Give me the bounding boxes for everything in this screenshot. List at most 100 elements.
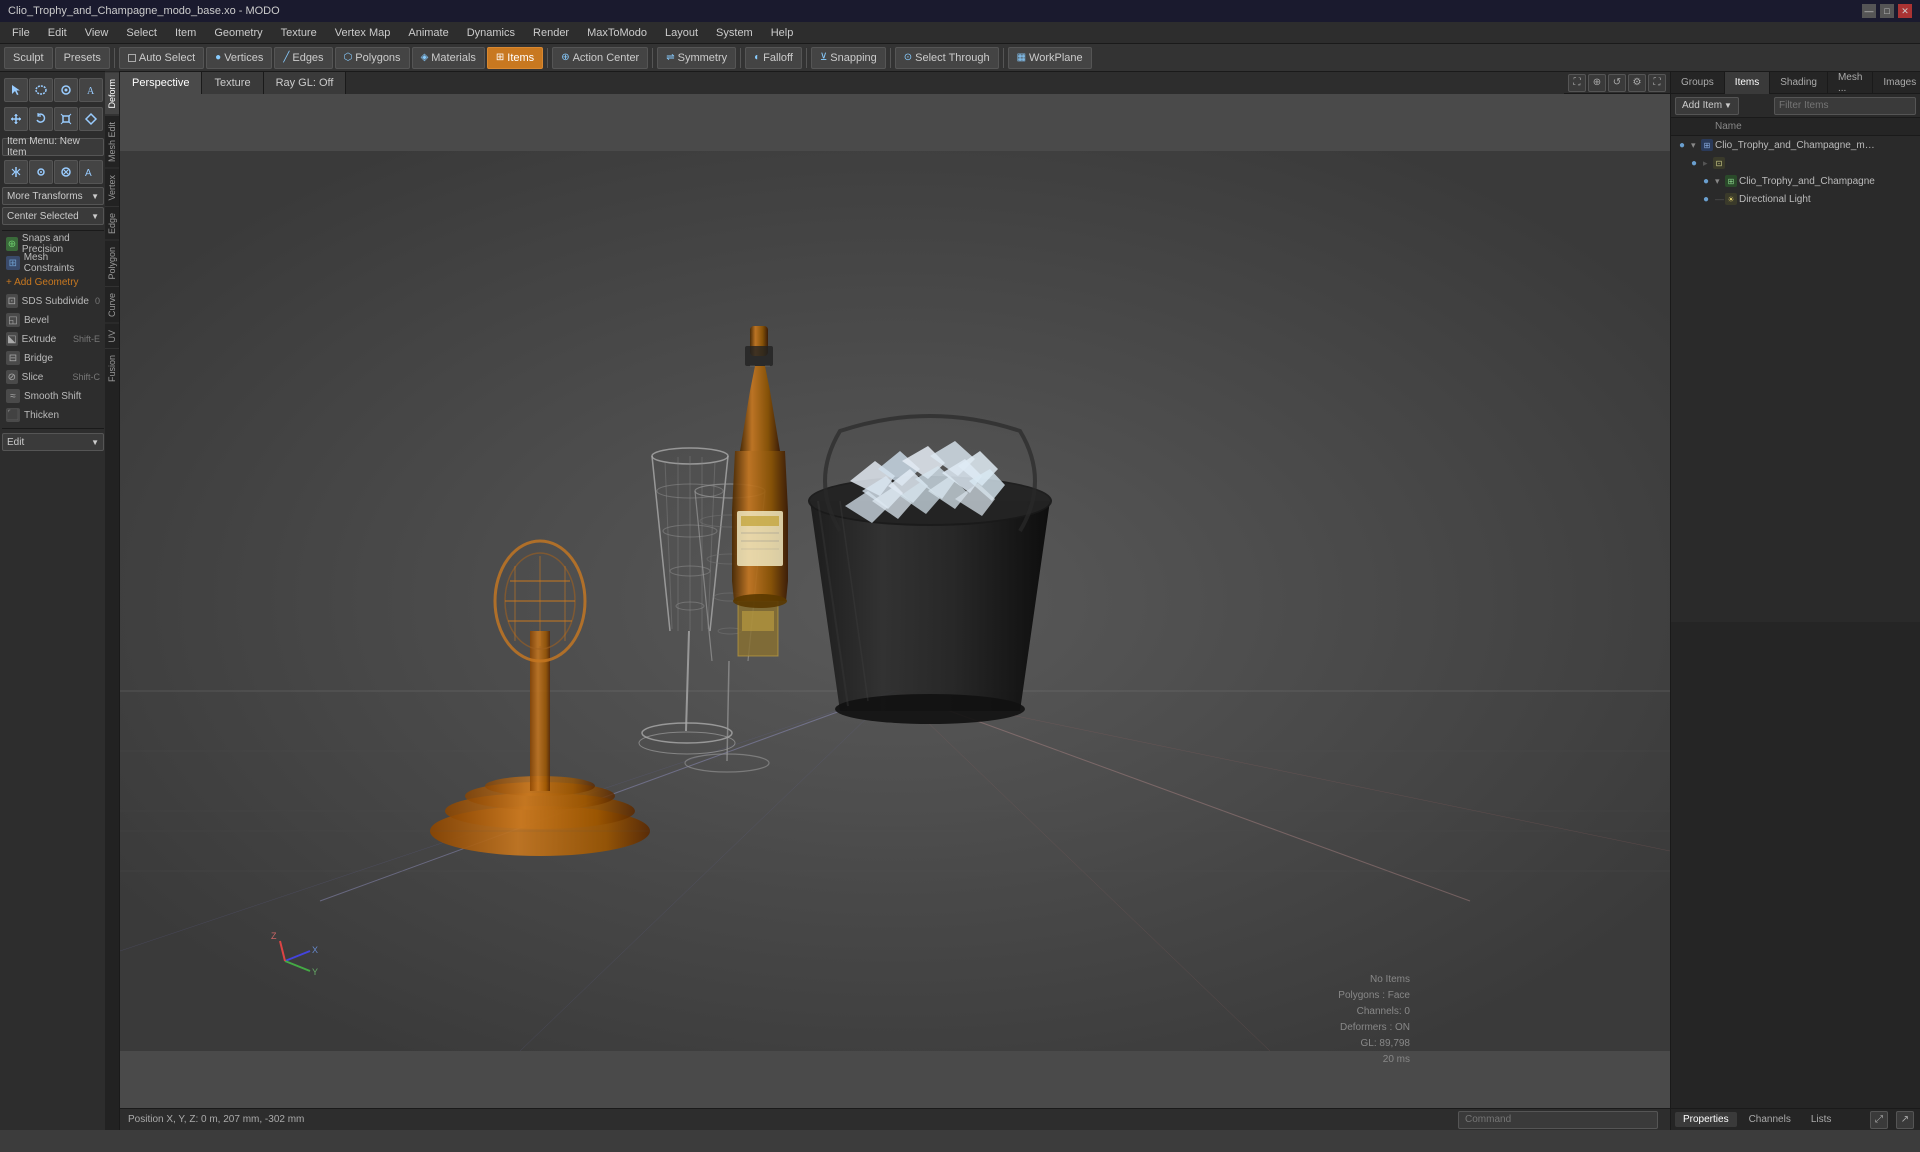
item-menu-dropdown[interactable]: Item Menu: New Item: [2, 138, 104, 156]
transform-icon-3[interactable]: [54, 107, 78, 131]
items-button[interactable]: ⊞ Items: [487, 47, 543, 69]
scene-item-root[interactable]: ● ▾ ⊞ Clio_Trophy_and_Champagne_mod...: [1671, 136, 1920, 154]
curve-tab[interactable]: Curve: [105, 286, 119, 323]
fusion-tab[interactable]: Fusion: [105, 348, 119, 388]
transform-icon-1[interactable]: [4, 107, 28, 131]
tool-icon-3[interactable]: [54, 78, 78, 102]
tab-groups[interactable]: Groups: [1671, 72, 1725, 94]
menu-system[interactable]: System: [708, 25, 761, 41]
ray-gl-tab[interactable]: Ray GL: Off: [264, 72, 347, 94]
tab-items[interactable]: Items: [1725, 72, 1770, 94]
tool-icon-4[interactable]: A: [79, 78, 103, 102]
presets-button[interactable]: Presets: [55, 47, 110, 69]
vis-icon-child1[interactable]: ●: [1687, 156, 1701, 170]
edge-tab[interactable]: Edge: [105, 206, 119, 240]
select-through-button[interactable]: ⊙ Select Through: [895, 47, 999, 69]
menu-maxtomodo[interactable]: MaxToModo: [579, 25, 655, 41]
viewport-ctrl-4[interactable]: ⚙: [1628, 74, 1646, 92]
vis-icon-root[interactable]: ●: [1675, 138, 1689, 152]
items-filter-input[interactable]: [1774, 97, 1916, 115]
vertex-tab[interactable]: Vertex: [105, 168, 119, 207]
menu-geometry[interactable]: Geometry: [206, 25, 270, 41]
menu-vertex-map[interactable]: Vertex Map: [327, 25, 399, 41]
uv-tab[interactable]: UV: [105, 323, 119, 349]
bridge-item[interactable]: ⊟ Bridge: [2, 349, 104, 367]
transform-icon-7[interactable]: [54, 160, 78, 184]
action-center-button[interactable]: ⊕ Action Center: [552, 47, 648, 69]
menu-edit[interactable]: Edit: [40, 25, 75, 41]
auto-select-button[interactable]: Auto Select: [119, 47, 204, 69]
snapping-button[interactable]: ⊻ Snapping: [811, 47, 886, 69]
item-name-root: Clio_Trophy_and_Champagne_mod...: [1715, 140, 1875, 151]
sculpt-button[interactable]: Sculpt: [4, 47, 53, 69]
add-item-button[interactable]: Add Item ▼: [1675, 97, 1739, 115]
mesh-edit-tab[interactable]: Mesh Edit: [105, 115, 119, 168]
tool-icon-1[interactable]: [4, 78, 28, 102]
vis-icon-light1[interactable]: ●: [1699, 192, 1713, 206]
menu-render[interactable]: Render: [525, 25, 577, 41]
right-bottom-arrow-btn[interactable]: ↗: [1896, 1111, 1914, 1129]
slice-item[interactable]: ⊘ Slice Shift-C: [2, 368, 104, 386]
viewport-ctrl-1[interactable]: ⛶: [1568, 74, 1586, 92]
properties-tab[interactable]: Properties: [1675, 1112, 1737, 1127]
vis-icon-mesh1[interactable]: ●: [1699, 174, 1713, 188]
menu-dynamics[interactable]: Dynamics: [459, 25, 523, 41]
snaps-precision-item[interactable]: ⊕ Snaps and Precision: [2, 235, 104, 253]
menu-animate[interactable]: Animate: [400, 25, 456, 41]
transform-icon-5[interactable]: [4, 160, 28, 184]
minimize-button[interactable]: —: [1862, 4, 1876, 18]
edit-dropdown[interactable]: Edit ▼: [2, 433, 104, 451]
mesh-constraints-item[interactable]: ⊞ Mesh Constraints: [2, 254, 104, 272]
window-controls[interactable]: — □ ✕: [1862, 4, 1912, 18]
deform-tab[interactable]: Deform: [105, 72, 119, 115]
menu-texture[interactable]: Texture: [273, 25, 325, 41]
channels-tab[interactable]: Channels: [1741, 1112, 1799, 1127]
right-bottom-expand-btn[interactable]: ⤢: [1870, 1111, 1888, 1129]
scene-item-mesh1[interactable]: ● ▾ ⊞ Clio_Trophy_and_Champagne: [1671, 172, 1920, 190]
tab-mesh[interactable]: Mesh ...: [1828, 72, 1873, 94]
texture-tab[interactable]: Texture: [202, 72, 263, 94]
menu-view[interactable]: View: [77, 25, 117, 41]
viewport-ctrl-5[interactable]: ⛶: [1648, 74, 1666, 92]
symmetry-button[interactable]: ⇌ Symmetry: [657, 47, 736, 69]
close-button[interactable]: ✕: [1898, 4, 1912, 18]
scene-item-light1[interactable]: ● — ☀ Directional Light: [1671, 190, 1920, 208]
viewport-ctrl-3[interactable]: ↺: [1608, 74, 1626, 92]
thicken-item[interactable]: ⬛ Thicken: [2, 406, 104, 424]
bevel-item[interactable]: ◱ Bevel: [2, 311, 104, 329]
snaps-icon: ⊕: [6, 237, 18, 251]
polygon-tab[interactable]: Polygon: [105, 240, 119, 286]
perspective-tab[interactable]: Perspective: [120, 72, 202, 94]
workplane-button[interactable]: ▦ WorkPlane: [1008, 47, 1092, 69]
lists-tab[interactable]: Lists: [1803, 1112, 1840, 1127]
transform-icon-2[interactable]: [29, 107, 53, 131]
command-input[interactable]: [1458, 1111, 1658, 1129]
menu-help[interactable]: Help: [763, 25, 802, 41]
transform-icon-6[interactable]: [29, 160, 53, 184]
viewport-ctrl-2[interactable]: ⊕: [1588, 74, 1606, 92]
materials-button[interactable]: ◈ Materials: [412, 47, 485, 69]
tool-icon-2[interactable]: [29, 78, 53, 102]
falloff-button[interactable]: ◐ Falloff: [745, 47, 802, 69]
add-geometry-item[interactable]: + Add Geometry: [2, 273, 104, 291]
menu-select[interactable]: Select: [118, 25, 165, 41]
maximize-button[interactable]: □: [1880, 4, 1894, 18]
smooth-shift-item[interactable]: ≈ Smooth Shift: [2, 387, 104, 405]
extrude-item[interactable]: ⬕ Extrude Shift-E: [2, 330, 104, 348]
vertices-button[interactable]: ● Vertices: [206, 47, 272, 69]
viewport-canvas[interactable]: X Y Z No Items Polygons : Face Channels:…: [120, 94, 1670, 1108]
item-name-light1: Directional Light: [1739, 194, 1918, 205]
menu-item[interactable]: Item: [167, 25, 204, 41]
scene-item-child1[interactable]: ● ▸ ⊡: [1671, 154, 1920, 172]
sds-subdivide-item[interactable]: ⊡ SDS Subdivide 0: [2, 292, 104, 310]
menu-file[interactable]: File: [4, 25, 38, 41]
edges-button[interactable]: ╱ Edges: [274, 47, 332, 69]
menu-layout[interactable]: Layout: [657, 25, 706, 41]
transform-icon-8[interactable]: A: [79, 160, 103, 184]
polygons-button[interactable]: ⬡ Polygons: [335, 47, 410, 69]
more-transforms-dropdown[interactable]: More Transforms ▼: [2, 187, 104, 205]
transform-icon-4[interactable]: [79, 107, 103, 131]
tab-shading[interactable]: Shading: [1770, 72, 1828, 94]
tab-images[interactable]: Images: [1873, 72, 1920, 94]
center-selected-dropdown[interactable]: Center Selected ▼: [2, 207, 104, 225]
